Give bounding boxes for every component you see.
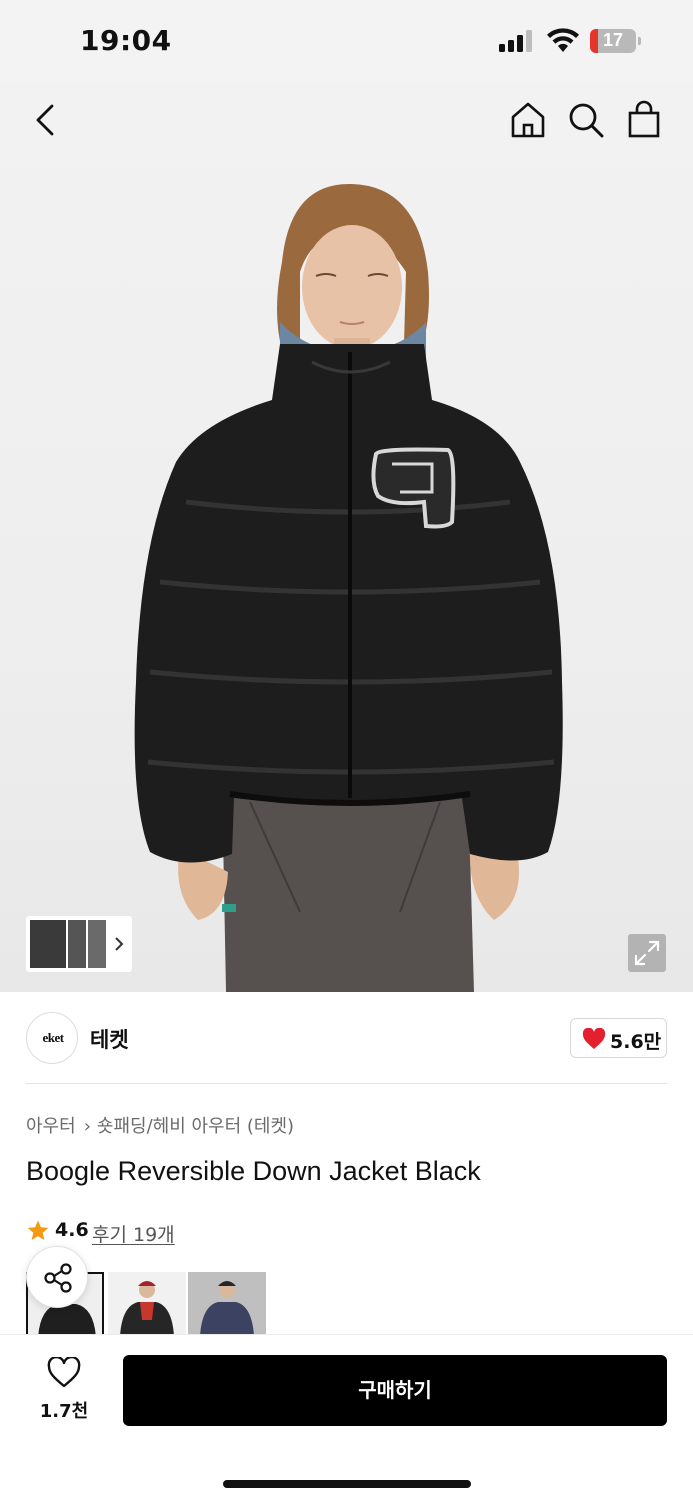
divider <box>26 1083 667 1084</box>
bottom-action-bar: 1.7천 구매하기 <box>0 1334 693 1500</box>
breadcrumb-item[interactable]: 아우터 <box>26 1116 76 1137</box>
thumbnail-image <box>30 920 66 968</box>
buy-button[interactable]: 구매하기 <box>123 1355 667 1426</box>
color-option-navy[interactable] <box>188 1272 266 1336</box>
brand-row[interactable]: eket 테켓 5.6만 <box>0 992 693 1084</box>
shopping-bag-icon[interactable] <box>624 100 664 140</box>
share-icon <box>44 1263 72 1293</box>
status-time: 19:04 <box>80 24 172 57</box>
search-icon[interactable] <box>566 100 606 140</box>
chevron-right-icon <box>115 937 124 951</box>
product-image-gallery[interactable] <box>0 82 693 992</box>
expand-icon[interactable] <box>628 934 666 972</box>
home-indicator[interactable] <box>223 1480 471 1488</box>
wishlist-heart-icon[interactable] <box>47 1357 81 1389</box>
wishlist-count: 1.7천 <box>39 1401 89 1422</box>
breadcrumb-item[interactable]: 숏패딩/헤비 아우터 (테켓) <box>97 1116 294 1137</box>
back-icon[interactable] <box>28 102 64 138</box>
brand-logo[interactable]: eket <box>26 1012 78 1064</box>
home-icon[interactable] <box>508 100 548 140</box>
brand-logo-text: eket <box>42 1030 64 1045</box>
brand-name[interactable]: 테켓 <box>90 1024 129 1054</box>
battery-level: 17 <box>602 30 624 50</box>
thumbnail-image <box>88 920 106 968</box>
rating-value: 4.6 <box>55 1219 89 1241</box>
thumbnail-strip[interactable] <box>26 916 132 972</box>
color-option-image <box>188 1272 266 1336</box>
product-photo <box>134 183 563 992</box>
reviews-link[interactable]: 후기 19개 <box>92 1220 175 1247</box>
brand-like-button[interactable]: 5.6만 <box>570 1018 667 1058</box>
color-option-image <box>108 1272 186 1336</box>
status-bar: 19:04 17 <box>0 0 693 82</box>
heart-icon <box>582 1028 606 1049</box>
star-icon <box>27 1220 49 1240</box>
battery-icon: 17 <box>590 29 642 53</box>
color-option-red[interactable] <box>108 1272 186 1336</box>
product-title: Boogle Reversible Down Jacket Black <box>26 1156 481 1186</box>
brand-like-count: 5.6만 <box>610 1031 662 1053</box>
share-button[interactable] <box>26 1246 88 1308</box>
thumbnail-image <box>68 920 86 968</box>
breadcrumb[interactable]: 아우터 › 숏패딩/헤비 아우터 (테켓) <box>26 1112 294 1138</box>
cellular-signal-icon <box>499 30 532 52</box>
wifi-icon <box>547 28 579 52</box>
breadcrumb-separator: › <box>83 1116 91 1137</box>
